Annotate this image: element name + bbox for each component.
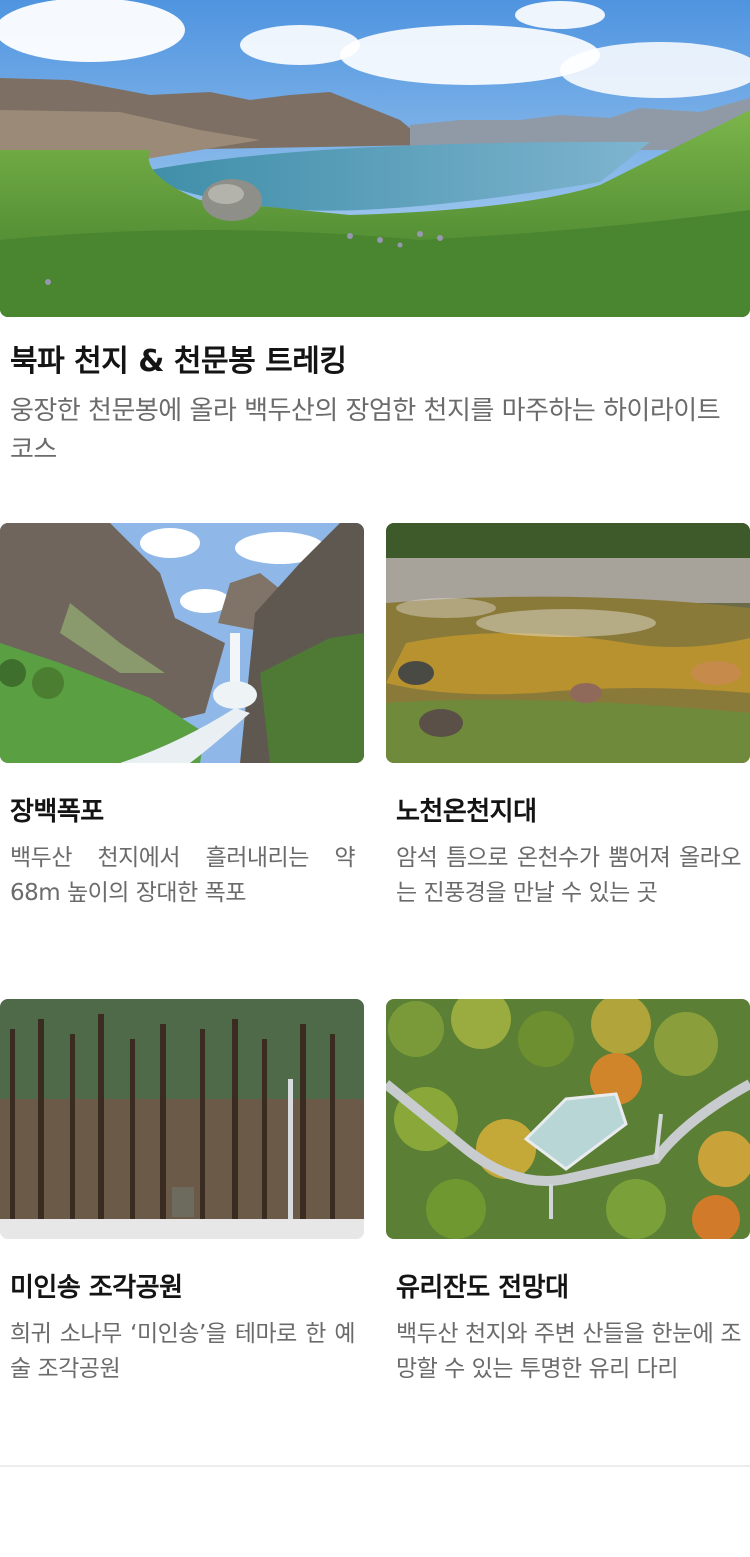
card-description: 백두산 천지에서 흘러내리는 약 68m 높이의 장대한 폭포 [10,845,356,906]
hero-description: 웅장한 천문봉에 올라 백두산의 장엄한 천지를 마주하는 하이라이트 코스 [10,396,721,465]
attraction-card-pine-park[interactable]: 미인송 조각공원 희귀 소나무 ‘미인송’을 테마로 한 예술 조각공원 [0,999,364,1382]
attraction-card-glass-walkway[interactable]: 유리잔도 전망대 백두산 천지와 주변 산들을 한눈에 조망할 수 있는 투명한… [386,999,750,1382]
glass-walkway-image [386,999,750,1239]
hot-spring-image [386,523,750,763]
card-title: 미인송 조각공원 [10,1273,183,1303]
hero-image[interactable] [0,0,750,317]
card-description: 백두산 천지와 주변 산들을 한눈에 조망할 수 있는 투명한 유리 다리 [396,1321,742,1382]
attraction-card-waterfall[interactable]: 장백폭포 백두산 천지에서 흘러내리는 약 68m 높이의 장대한 폭포 [0,523,364,906]
card-title: 노천온천지대 [396,797,537,827]
waterfall-image [0,523,364,763]
card-title: 유리잔도 전망대 [396,1273,569,1303]
hero-title: 북파 천지 & 천문봉 트레킹 [10,344,347,379]
pine-forest-image [0,999,364,1239]
card-description: 희귀 소나무 ‘미인송’을 테마로 한 예술 조각공원 [10,1321,356,1382]
card-description: 암석 틈으로 온천수가 뿜어져 올라오는 진풍경을 만날 수 있는 곳 [396,845,742,906]
card-title: 장백폭포 [10,797,104,827]
attraction-card-hot-spring[interactable]: 노천온천지대 암석 틈으로 온천수가 뿜어져 올라오는 진풍경을 만날 수 있는… [386,523,750,906]
bottom-divider [0,1465,750,1467]
